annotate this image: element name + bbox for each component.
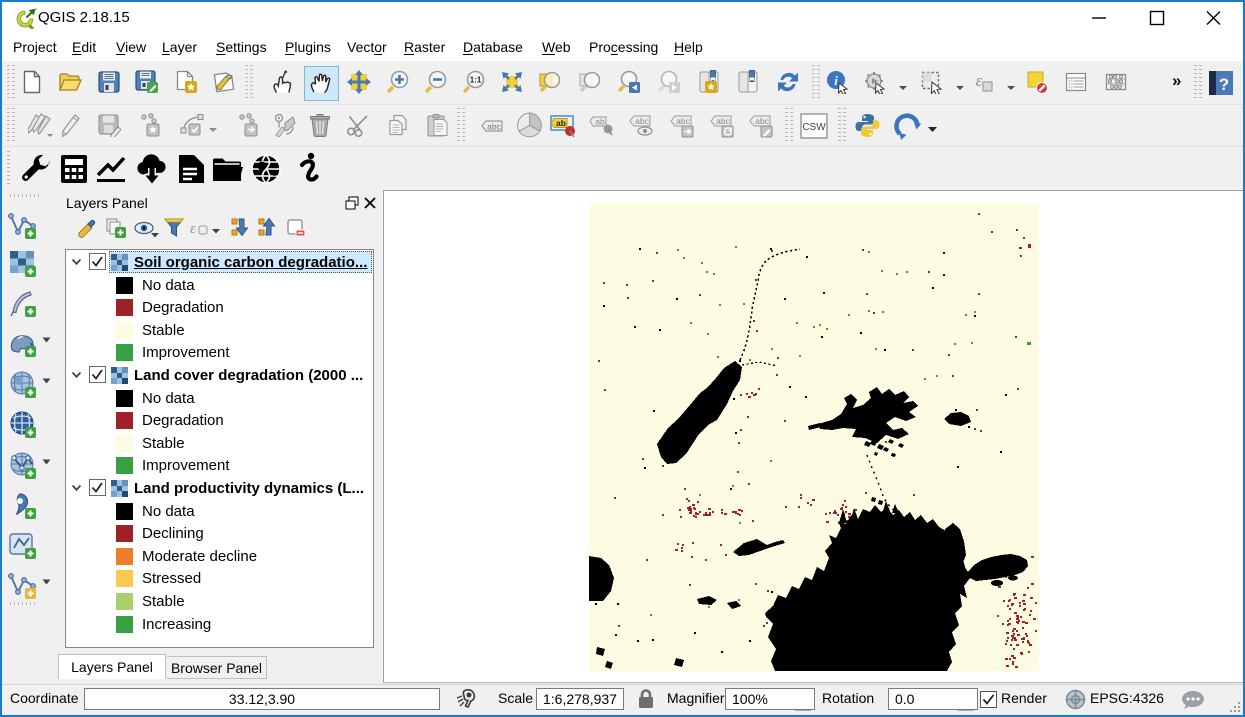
svg-text:CSW: CSW [802,122,826,133]
svg-text:i: i [834,73,838,88]
svg-text:abc: abc [755,116,769,126]
svg-text:ε: ε [976,71,983,90]
svg-text:abc: abc [676,116,690,126]
svg-text:ab: ab [595,117,605,127]
svg-text:abc: abc [716,116,730,126]
svg-text:abc: abc [635,116,649,126]
svg-text:ab: ab [556,118,566,128]
svg-text:abc: abc [487,122,501,132]
svg-text:ε: ε [190,221,196,237]
svg-text:1:1: 1:1 [470,76,482,85]
svg-text:?: ? [1219,75,1229,94]
